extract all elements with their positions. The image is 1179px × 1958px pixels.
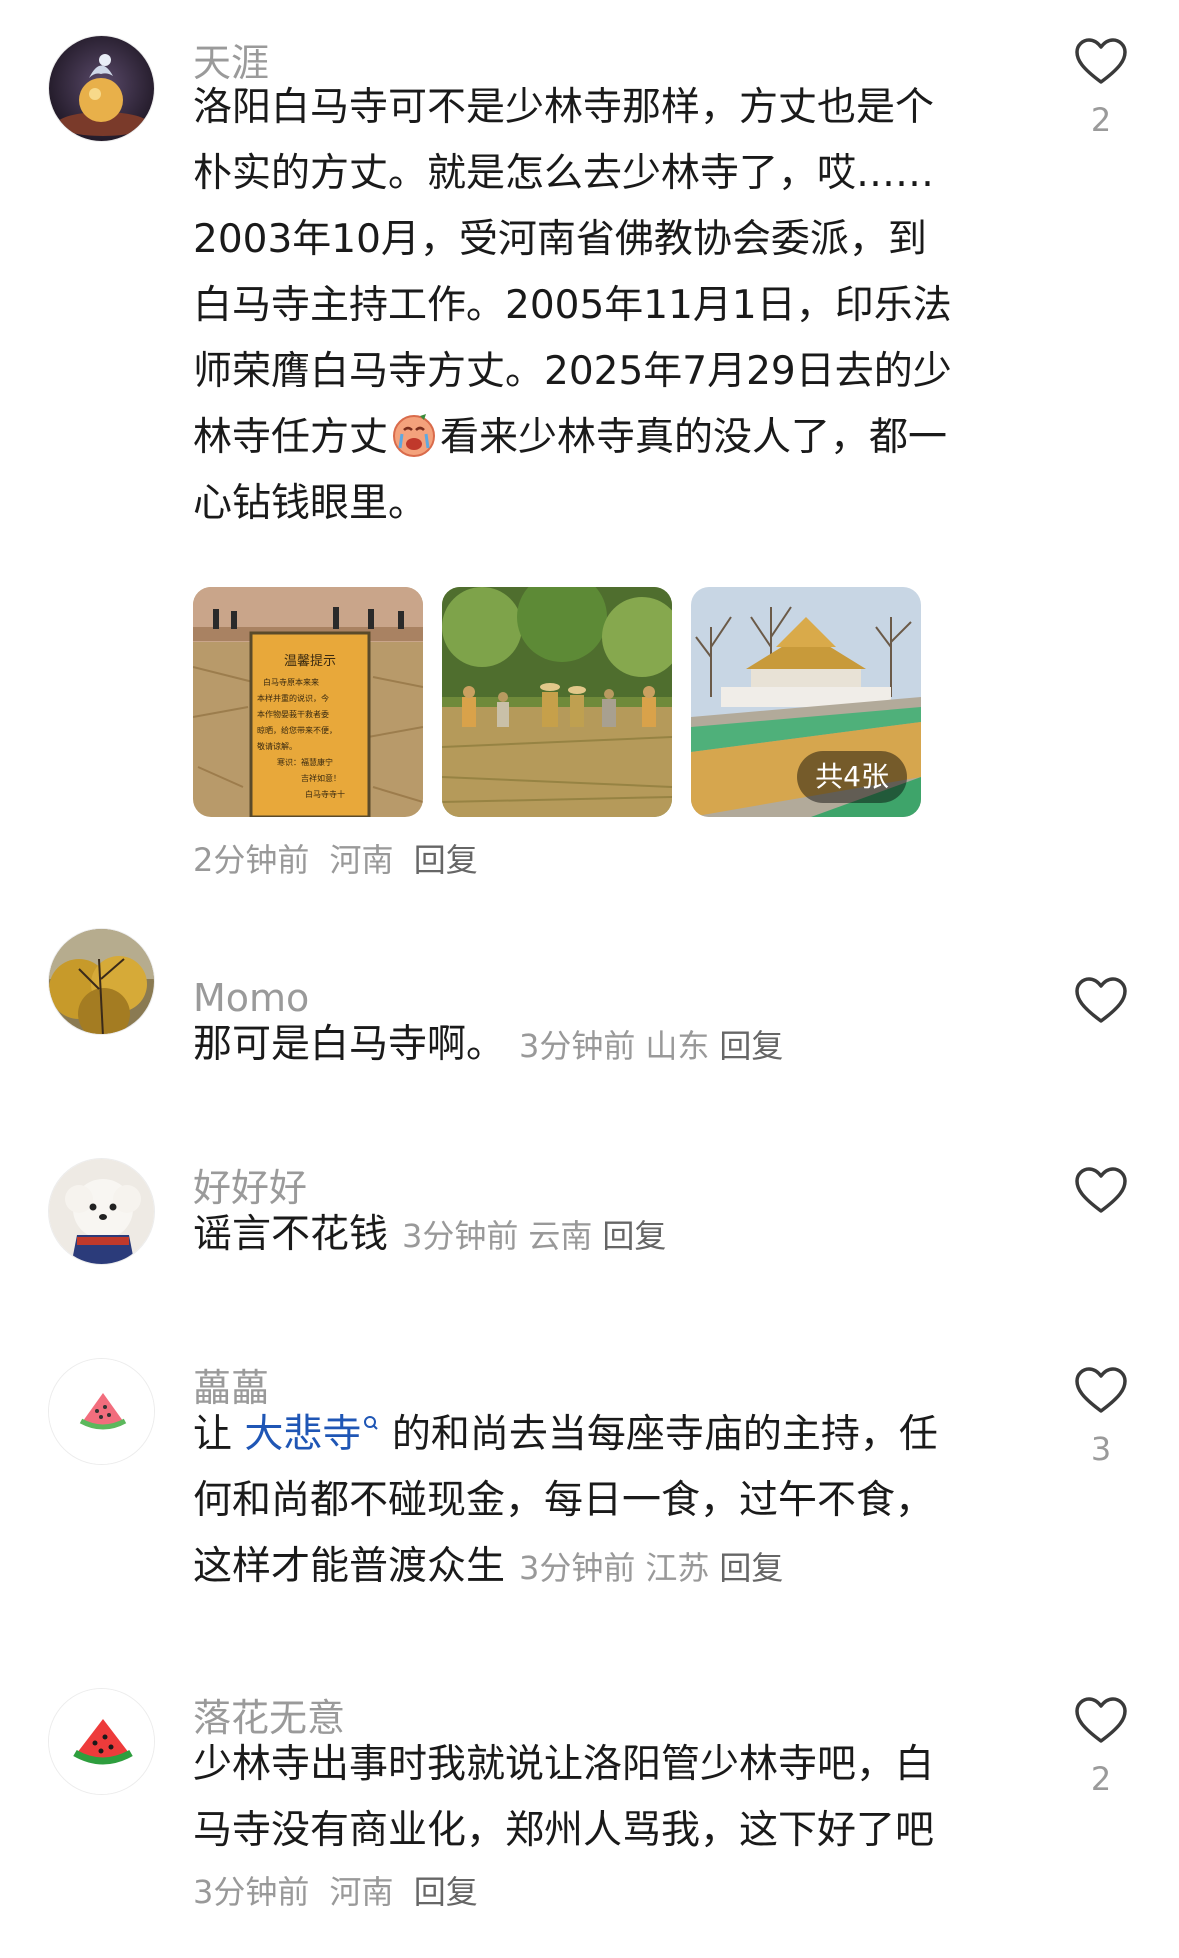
- comment-meta: 2分钟前 河南 回复: [193, 835, 488, 885]
- avatar-image: [49, 929, 154, 1034]
- comment-line: 林寺任方丈 看来少林寺真的没人了，都一: [193, 405, 1023, 471]
- comment-line: 何和尚都不碰现金，每日一食，过午不食，: [193, 1478, 935, 1523]
- sign-text: 晾晒，给您带来不便，: [257, 725, 337, 735]
- heart-outline-icon: [1075, 38, 1127, 84]
- comment-line: 心钻钱眼里。: [193, 481, 428, 526]
- image-thumbnail[interactable]: 共4张: [691, 587, 921, 817]
- like-count: 2: [1090, 1760, 1112, 1798]
- watermelon-icon: [49, 1689, 154, 1794]
- comment-line: 师荣膺白马寺方丈。2025年7月29日去的少: [193, 349, 952, 394]
- reply-button[interactable]: 回复: [414, 841, 478, 879]
- comment-item: 藟藟 让 大悲寺 的和尚去当每座寺庙的主持，任 何和尚都不碰现金，每日一食，过午…: [0, 1330, 1179, 1660]
- sign-text: 本作物晏莪干救者委: [257, 709, 329, 719]
- sign-text: 白马寺原本来来: [263, 677, 319, 687]
- field-workers-photo: [442, 587, 672, 817]
- location: 河南: [329, 1873, 394, 1911]
- comment-text: 谣言不花钱 3分钟前 云南 回复: [193, 1202, 1053, 1269]
- comment-text-segment: 看来少林寺真的没人了，都一: [440, 415, 948, 460]
- image-count-badge: 共4张: [797, 751, 907, 803]
- comment-meta: 3分钟前 河南 回复: [193, 1867, 488, 1917]
- avatar[interactable]: [48, 1358, 155, 1465]
- comment-text: 洛阳白马寺可不是少林寺那样，方丈也是个 朴实的方丈。就是怎么去少林寺了，哎…… …: [193, 75, 1023, 537]
- comment-item: Momo 那可是白马寺啊。 3分钟前 山东 回复: [0, 900, 1179, 1130]
- avatar[interactable]: [48, 1688, 155, 1795]
- comment-line: 朴实的方丈。就是怎么去少林寺了，哎……: [193, 151, 935, 196]
- comment-text-segment: 的和尚去当每座寺庙的主持，任: [379, 1412, 938, 1457]
- comment-line: 洛阳白马寺可不是少林寺那样，方丈也是个: [193, 85, 935, 130]
- reply-button[interactable]: 回复: [719, 1027, 783, 1065]
- comment-meta: 3分钟前 江苏 回复: [519, 1549, 793, 1587]
- comment-meta: 3分钟前 山东 回复: [519, 1027, 793, 1065]
- comment-line: 2003年10月，受河南省佛教协会委派，到: [193, 217, 927, 262]
- avatar-image: [49, 1159, 154, 1264]
- image-thumbnail[interactable]: 温馨提示 白马寺原本来来 本样并重的说识，今 本作物晏莪干救者委 晾晒，给您带来…: [193, 587, 423, 817]
- heart-outline-icon: [1075, 1697, 1127, 1743]
- crying-face-emoji: [393, 414, 436, 457]
- comment-text: 少林寺出事时我就说让洛阳管少林寺吧，白 马寺没有商业化，郑州人骂我，这下好了吧: [193, 1732, 1023, 1864]
- heart-outline-icon: [1075, 1367, 1127, 1413]
- like-button[interactable]: [1066, 977, 1136, 1025]
- avatar[interactable]: [48, 35, 155, 142]
- reply-button[interactable]: 回复: [414, 1873, 478, 1911]
- sign-text: 寒识：福慧康宁: [277, 757, 333, 767]
- location: 云南: [528, 1217, 593, 1255]
- search-icon: [364, 1416, 379, 1430]
- comment-line: 让 大悲寺 的和尚去当每座寺庙的主持，任: [193, 1402, 1023, 1468]
- location: 山东: [645, 1027, 710, 1065]
- like-button[interactable]: 3: [1066, 1367, 1136, 1469]
- comment-body: 谣言不花钱: [193, 1212, 389, 1257]
- timestamp: 3分钟前: [402, 1217, 519, 1255]
- watermelon-icon: [49, 1359, 154, 1464]
- comment-line: 少林寺出事时我就说让洛阳管少林寺吧，白: [193, 1742, 935, 1787]
- location: 江苏: [645, 1549, 710, 1587]
- image-grid: 温馨提示 白马寺原本来来 本样并重的说识，今 本作物晏莪干救者委 晾晒，给您带来…: [193, 587, 933, 817]
- comment-item: 落花无意 少林寺出事时我就说让洛阳管少林寺吧，白 马寺没有商业化，郑州人骂我，这…: [0, 1660, 1179, 1958]
- comment-text-segment: 让: [193, 1412, 245, 1457]
- keyword-link[interactable]: 大悲寺: [244, 1412, 361, 1457]
- avatar[interactable]: [48, 1158, 155, 1265]
- like-button[interactable]: [1066, 1167, 1136, 1215]
- heart-outline-icon: [1075, 1167, 1127, 1213]
- sign-text: 敬请谅解。: [257, 741, 297, 751]
- comment-body: 那可是白马寺啊。: [193, 1022, 506, 1067]
- sign-photo: 温馨提示 白马寺原本来来 本样并重的说识，今 本作物晏莪干救者委 晾晒，给您带来…: [193, 587, 423, 817]
- like-button[interactable]: 2: [1066, 1697, 1136, 1799]
- comment-item: 天涯 洛阳白马寺可不是少林寺那样，方丈也是个 朴实的方丈。就是怎么去少林寺了，哎…: [0, 0, 1179, 900]
- avatar-image: [49, 36, 154, 141]
- sign-text: 白马寺寺十: [305, 789, 345, 799]
- sign-title: 温馨提示: [284, 653, 336, 669]
- image-thumbnail[interactable]: [442, 587, 672, 817]
- heart-outline-icon: [1075, 977, 1127, 1023]
- timestamp: 2分钟前: [193, 841, 310, 879]
- comment-item: 好好好 谣言不花钱 3分钟前 云南 回复: [0, 1130, 1179, 1330]
- timestamp: 3分钟前: [519, 1549, 636, 1587]
- reply-button[interactable]: 回复: [719, 1549, 783, 1587]
- comment-text-segment: 林寺任方丈: [193, 415, 389, 460]
- location: 河南: [329, 841, 394, 879]
- like-count: 2: [1090, 101, 1112, 139]
- comment-text: 那可是白马寺啊。 3分钟前 山东 回复: [193, 1012, 1053, 1079]
- timestamp: 3分钟前: [193, 1873, 310, 1911]
- comment-line: 白马寺主持工作。2005年11月1日，印乐法: [193, 283, 952, 328]
- comment-meta: 3分钟前 云南 回复: [402, 1217, 676, 1255]
- timestamp: 3分钟前: [519, 1027, 636, 1065]
- sign-text: 本样并重的说识，今: [257, 693, 329, 703]
- sign-text: 吉祥如意！: [301, 773, 341, 783]
- like-button[interactable]: 2: [1066, 38, 1136, 140]
- comment-line: 这样才能普渡众生 3分钟前 江苏 回复: [193, 1534, 1023, 1601]
- comment-line: 马寺没有商业化，郑州人骂我，这下好了吧: [193, 1808, 935, 1853]
- comment-text-segment: 这样才能普渡众生: [193, 1544, 506, 1589]
- avatar[interactable]: [48, 928, 155, 1035]
- comment-text: 让 大悲寺 的和尚去当每座寺庙的主持，任 何和尚都不碰现金，每日一食，过午不食，…: [193, 1402, 1023, 1601]
- like-count: 3: [1090, 1430, 1112, 1468]
- reply-button[interactable]: 回复: [602, 1217, 666, 1255]
